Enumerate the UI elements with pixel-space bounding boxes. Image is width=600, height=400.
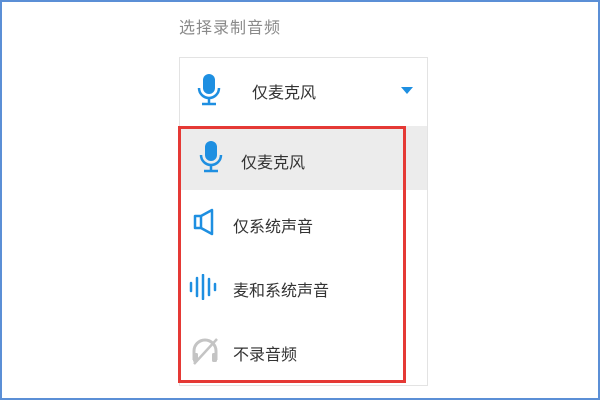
option-no-audio[interactable]: 不录音频: [180, 318, 427, 382]
option-label: 仅系统声音: [233, 217, 314, 236]
caret-down-icon[interactable]: [401, 87, 413, 94]
audio-source-dropdown: 仅麦克风 仅系统声音 麦和系统声音 不录音频: [179, 123, 428, 386]
audio-off-icon: [190, 336, 220, 370]
audio-source-select[interactable]: 仅麦克风: [179, 57, 428, 124]
selected-audio-source: 仅麦克风: [252, 83, 317, 102]
option-label: 不录音频: [233, 345, 298, 364]
option-mic-only[interactable]: 仅麦克风: [180, 126, 427, 190]
option-mic-and-system[interactable]: 麦和系统声音: [180, 254, 427, 318]
microphone-icon: [196, 73, 222, 111]
section-title: 选择录制音频: [179, 18, 282, 37]
option-label: 仅麦克风: [241, 153, 306, 172]
option-system-only[interactable]: 仅系统声音: [180, 190, 427, 254]
speaker-icon: [192, 208, 218, 240]
microphone-icon: [198, 140, 224, 178]
sound-wave-icon: [188, 273, 220, 304]
option-label: 麦和系统声音: [233, 281, 330, 300]
